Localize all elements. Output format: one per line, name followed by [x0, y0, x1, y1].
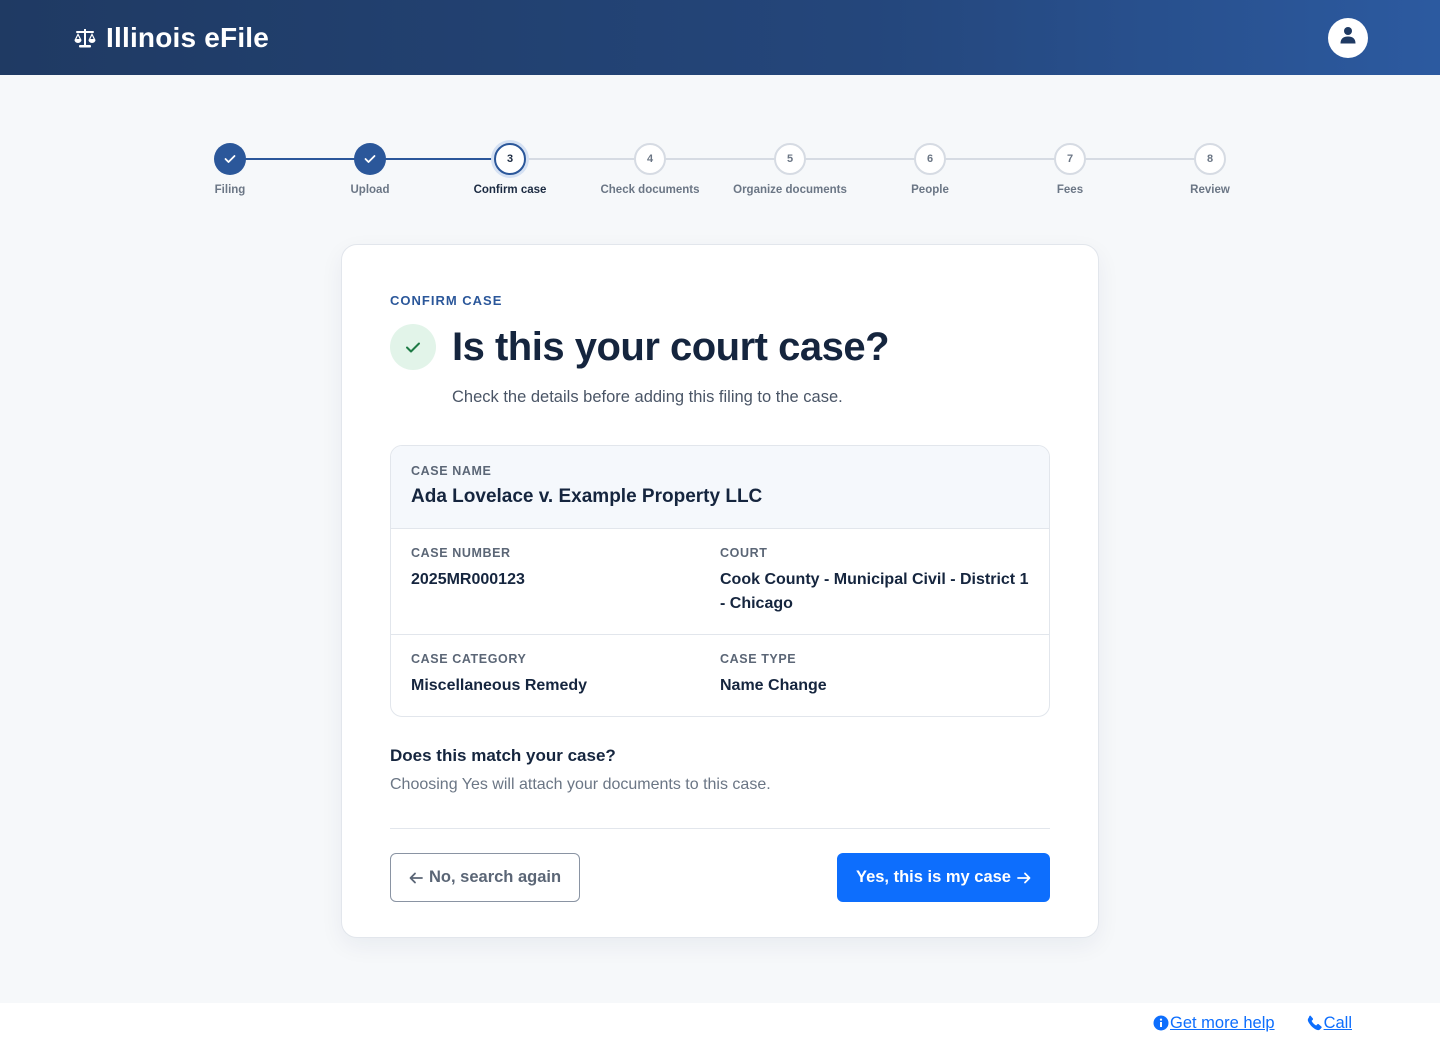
get-help-label: Get more help	[1170, 1013, 1275, 1032]
case-type-label: CASE TYPE	[720, 652, 797, 666]
step-organize-documents: 5 Organize documents	[720, 143, 860, 196]
info-icon	[1153, 1015, 1169, 1031]
case-number-value: 2025MR000123	[411, 571, 525, 588]
step-number: 4	[634, 143, 666, 175]
scale-balance-icon	[72, 25, 98, 51]
step-label: People	[911, 184, 949, 196]
page-title: Is this your court case?	[452, 324, 890, 369]
case-number-field: CASE NUMBER 2025MR000123	[411, 546, 720, 616]
court-field: COURT Cook County - Municipal Civil - Di…	[720, 546, 1029, 616]
success-check-icon	[390, 324, 436, 370]
step-label: Fees	[1056, 184, 1084, 196]
call-label: Call	[1323, 1013, 1352, 1032]
step-label: Upload	[350, 184, 390, 196]
step-review: 8 Review	[1140, 143, 1280, 196]
arrow-right-icon	[1017, 872, 1031, 883]
step-label: Check documents	[600, 184, 700, 196]
step-upload[interactable]: Upload	[300, 143, 440, 196]
search-again-button[interactable]: No, search again	[390, 853, 581, 902]
section-eyebrow: CONFIRM CASE	[390, 293, 503, 308]
confirm-case-button[interactable]: Yes, this is my case	[836, 853, 1050, 902]
app-title: Illinois eFile	[106, 21, 270, 53]
step-complete-check	[354, 143, 386, 175]
brand[interactable]: Illinois eFile	[72, 22, 269, 54]
step-people: 6 People	[860, 143, 1000, 196]
arrow-left-icon	[409, 872, 423, 883]
user-icon	[1340, 26, 1356, 49]
check-icon	[224, 155, 236, 163]
case-category-label: CASE CATEGORY	[411, 652, 527, 666]
case-name-label: CASE NAME	[411, 464, 492, 478]
call-link[interactable]: Call	[1307, 1014, 1352, 1033]
case-name-value: Ada Lovelace v. Example Property LLC	[411, 486, 763, 507]
confirm-question: Does this match your case?	[390, 746, 616, 765]
step-label: Filing	[214, 184, 246, 196]
step-number: 8	[1194, 143, 1226, 175]
case-category-value: Miscellaneous Remedy	[411, 677, 588, 694]
details-row: CASE CATEGORY Miscellaneous Remedy CASE …	[391, 635, 1049, 716]
headline-row: Is this your court case?	[390, 324, 1050, 370]
case-type-field: CASE TYPE Name Change	[720, 652, 1029, 698]
step-number: 3	[494, 143, 526, 175]
step-label: Confirm case	[473, 184, 547, 196]
phone-icon	[1307, 1015, 1323, 1031]
step-label: Review	[1190, 184, 1230, 196]
case-name-block: CASE NAME Ada Lovelace v. Example Proper…	[391, 446, 1049, 529]
court-label: COURT	[720, 546, 768, 560]
get-help-link[interactable]: Get more help	[1153, 1014, 1275, 1033]
divider	[390, 828, 1050, 829]
step-number: 7	[1054, 143, 1086, 175]
case-category-field: CASE CATEGORY Miscellaneous Remedy	[411, 652, 720, 698]
step-filing[interactable]: Filing	[160, 143, 300, 196]
confirm-question-hint: Choosing Yes will attach your documents …	[390, 776, 771, 793]
progress-stepper: Filing Upload 3 Confirm case 4 Check doc…	[214, 143, 1230, 203]
step-number: 6	[914, 143, 946, 175]
confirm-case-label: Yes, this is my case	[855, 868, 1011, 886]
step-number: 5	[774, 143, 806, 175]
case-number-label: CASE NUMBER	[411, 546, 511, 560]
search-again-label: No, search again	[429, 868, 562, 886]
court-value: Cook County - Municipal Civil - District…	[720, 571, 1029, 612]
top-header: Illinois eFile	[0, 0, 1440, 75]
page-subtitle: Check the details before adding this fil…	[452, 388, 843, 406]
action-bar: No, search again Yes, this is my case	[390, 853, 1050, 902]
step-label: Organize documents	[733, 184, 847, 196]
case-details: CASE NAME Ada Lovelace v. Example Proper…	[390, 445, 1050, 717]
step-complete-check	[214, 143, 246, 175]
details-row: CASE NUMBER 2025MR000123 COURT Cook Coun…	[391, 529, 1049, 635]
check-icon	[364, 155, 376, 163]
footer: Get more help Call	[0, 1003, 1440, 1043]
case-type-value: Name Change	[720, 677, 827, 694]
step-fees: 7 Fees	[1000, 143, 1140, 196]
confirm-case-card: CONFIRM CASE Is this your court case? Ch…	[341, 244, 1099, 938]
step-confirm-case: 3 Confirm case	[440, 143, 580, 196]
step-check-documents: 4 Check documents	[580, 143, 720, 196]
account-button[interactable]	[1328, 17, 1368, 58]
